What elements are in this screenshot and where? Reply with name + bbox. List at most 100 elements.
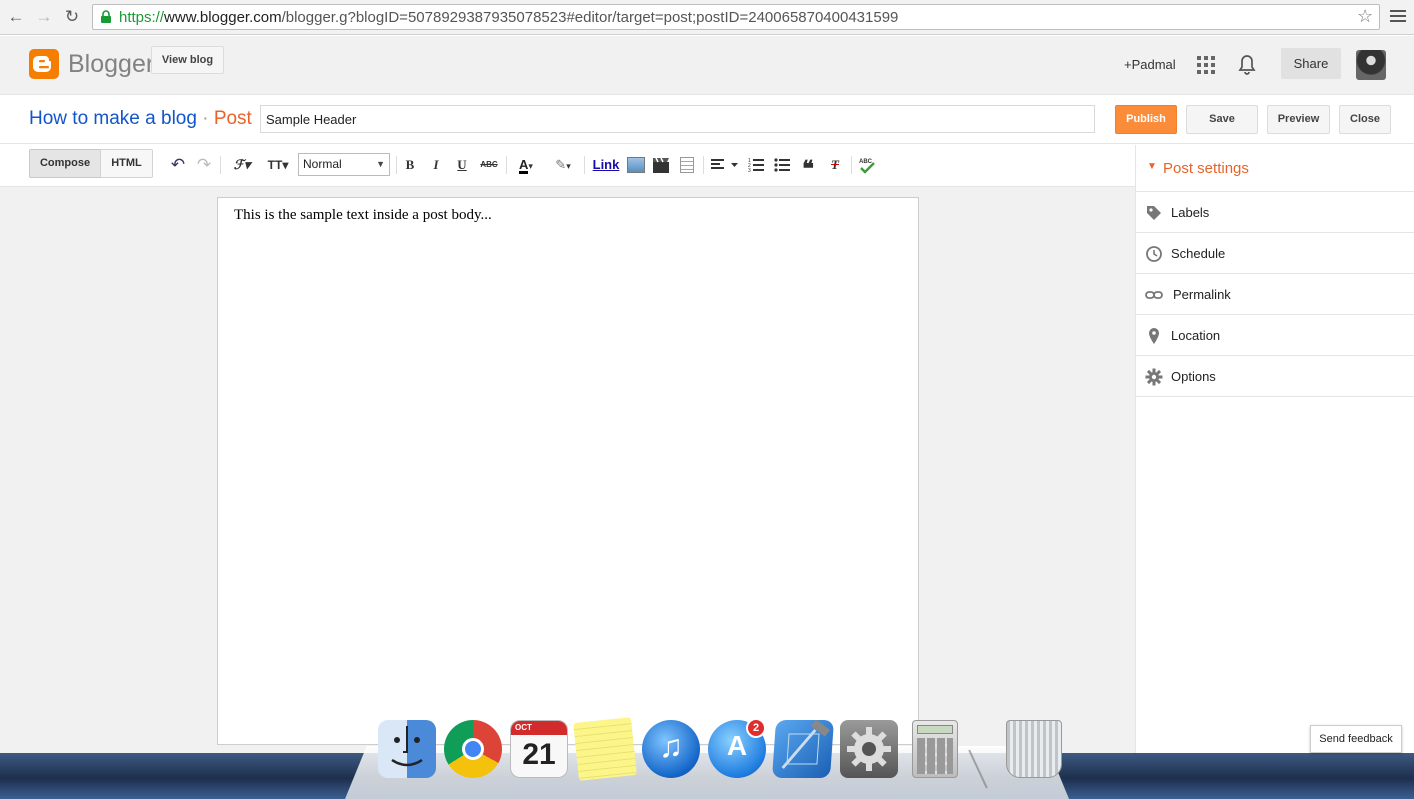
insert-jump-break-icon[interactable] xyxy=(680,157,694,173)
lock-icon xyxy=(101,10,111,23)
apps-grid-icon[interactable] xyxy=(1197,56,1215,74)
url-scheme: https:// xyxy=(119,9,165,26)
calendar-month: OCT xyxy=(511,721,567,735)
sidebar-item-label: Labels xyxy=(1171,205,1210,220)
close-button[interactable]: Close xyxy=(1339,105,1391,134)
redo-icon[interactable]: ↷ xyxy=(194,155,214,175)
pin-icon xyxy=(1149,328,1159,344)
forward-icon[interactable]: → xyxy=(33,7,55,27)
insert-video-icon[interactable] xyxy=(653,157,669,173)
font-family-icon[interactable]: ℱ▾ xyxy=(228,155,256,175)
numbered-list-icon[interactable]: 123 xyxy=(748,157,764,174)
bookmark-star-icon[interactable]: ☆ xyxy=(1357,6,1373,27)
url-text: https://www.blogger.com/blogger.g?blogID… xyxy=(119,9,898,26)
chevron-down-icon: ▼ xyxy=(376,159,385,169)
breadcrumb-separator: · xyxy=(202,108,209,129)
view-blog-button[interactable]: View blog xyxy=(151,46,224,74)
svg-text:ABC: ABC xyxy=(859,159,873,165)
link-button[interactable]: Link xyxy=(590,155,622,175)
sidebar-item-permalink[interactable]: Permalink xyxy=(1136,274,1414,315)
post-body-editor[interactable]: This is the sample text inside a post bo… xyxy=(217,197,919,745)
sidebar-item-label: Options xyxy=(1171,369,1216,384)
post-title-row: How to make a blog · Post Publish Save P… xyxy=(0,96,1414,144)
post-settings-title: Post settings xyxy=(1163,160,1249,177)
blogger-header: Blogger View blog +Padmal Share xyxy=(0,36,1414,95)
xcode-icon[interactable] xyxy=(771,719,835,778)
post-settings-header[interactable]: ▼ Post settings xyxy=(1136,145,1414,192)
blogger-logo-icon[interactable] xyxy=(29,49,59,79)
collapse-triangle-icon: ▼ xyxy=(1147,161,1157,172)
underline-button[interactable]: U xyxy=(454,155,470,175)
url-domain: www.blogger.com xyxy=(164,9,282,26)
post-settings-sidebar: ▼ Post settings Labels Schedule Permalin… xyxy=(1135,145,1414,753)
format-select[interactable]: Normal ▼ xyxy=(298,153,390,176)
bold-button[interactable]: B xyxy=(402,155,418,175)
avatar[interactable] xyxy=(1356,50,1386,80)
sidebar-item-label: Location xyxy=(1171,328,1221,343)
itunes-icon[interactable]: ♫ xyxy=(642,720,700,778)
post-body-text: This is the sample text inside a post bo… xyxy=(234,207,492,223)
address-bar[interactable]: https://www.blogger.com/blogger.g?blogID… xyxy=(92,4,1380,30)
gear-icon xyxy=(1145,368,1163,386)
compose-tab[interactable]: Compose xyxy=(29,149,101,178)
highlight-color-icon[interactable]: ✎▾ xyxy=(548,155,578,175)
toolbar-divider xyxy=(584,156,585,174)
toolbar-divider xyxy=(396,156,397,174)
text-color-icon[interactable]: A▾ xyxy=(512,155,540,175)
format-select-value: Normal xyxy=(303,157,342,171)
post-title-input[interactable] xyxy=(260,105,1095,133)
sidebar-item-label: Schedule xyxy=(1171,246,1226,261)
trash-icon[interactable] xyxy=(1006,720,1062,778)
system-preferences-icon[interactable] xyxy=(840,720,898,778)
sidebar-item-schedule[interactable]: Schedule xyxy=(1136,233,1414,274)
app-store-icon[interactable]: A 2 xyxy=(708,718,766,778)
insert-image-icon[interactable] xyxy=(627,157,645,173)
reload-icon[interactable]: ↻ xyxy=(61,7,83,27)
save-button[interactable]: Save xyxy=(1186,105,1258,134)
breadcrumb: How to make a blog · Post xyxy=(29,108,252,130)
toolbar-divider xyxy=(851,156,852,174)
chrome-app-icon[interactable] xyxy=(444,720,502,778)
stickies-notes-icon[interactable] xyxy=(573,717,637,781)
strikethrough-button[interactable]: ABC xyxy=(478,155,500,175)
toolbar-divider xyxy=(703,156,704,174)
back-icon[interactable]: ← xyxy=(5,7,27,27)
font-size-icon[interactable]: TT▾ xyxy=(263,155,293,175)
browser-toolbar: ← → ↻ https://www.blogger.com/blogger.g?… xyxy=(0,0,1414,35)
editor-toolbar: Compose HTML ↶ ↷ ℱ▾ TT▾ Normal ▼ B I U AB… xyxy=(0,145,1135,187)
tag-icon xyxy=(1147,206,1161,220)
user-link[interactable]: +Padmal xyxy=(1124,57,1176,72)
share-button[interactable]: Share xyxy=(1281,48,1341,79)
send-feedback-button[interactable]: Send feedback xyxy=(1310,725,1402,753)
blog-name-link[interactable]: How to make a blog xyxy=(29,108,197,129)
editor-canvas: This is the sample text inside a post bo… xyxy=(0,187,1135,753)
preview-button[interactable]: Preview xyxy=(1267,105,1330,134)
calendar-day: 21 xyxy=(522,738,556,771)
publish-button[interactable]: Publish xyxy=(1115,105,1177,134)
link-icon xyxy=(1145,291,1163,299)
finder-icon[interactable] xyxy=(378,720,436,778)
calculator-icon[interactable] xyxy=(912,720,958,778)
blockquote-icon[interactable]: ❝ xyxy=(799,155,817,181)
svg-text:3: 3 xyxy=(748,168,751,173)
italic-button[interactable]: I xyxy=(428,155,444,175)
html-tab[interactable]: HTML xyxy=(100,149,153,178)
notifications-bell-icon[interactable] xyxy=(1238,54,1256,76)
align-icon[interactable] xyxy=(711,158,739,172)
sidebar-item-location[interactable]: Location xyxy=(1136,315,1414,356)
blogger-brand: Blogger xyxy=(68,50,155,78)
sidebar-item-label: Permalink xyxy=(1173,287,1231,302)
toolbar-divider xyxy=(220,156,221,174)
chrome-menu-icon[interactable] xyxy=(1390,6,1406,26)
remove-formatting-icon[interactable]: T xyxy=(826,155,844,175)
url-path: /blogger.g?blogID=5078929387935078523#ed… xyxy=(281,9,899,26)
sidebar-item-labels[interactable]: Labels xyxy=(1136,192,1414,233)
undo-icon[interactable]: ↶ xyxy=(168,155,188,175)
toolbar-divider xyxy=(506,156,507,174)
calendar-icon[interactable]: OCT 21 xyxy=(510,720,568,778)
spellcheck-icon[interactable]: ABC xyxy=(858,156,876,174)
sidebar-item-options[interactable]: Options xyxy=(1136,356,1414,397)
bullet-list-icon[interactable] xyxy=(774,157,790,173)
clock-icon xyxy=(1146,246,1162,262)
notification-badge: 2 xyxy=(746,718,766,738)
